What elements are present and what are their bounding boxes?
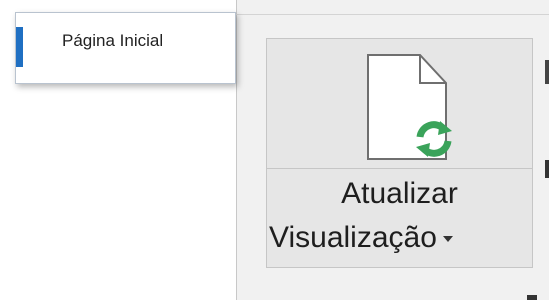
tab-selected-accent xyxy=(16,27,23,67)
chevron-down-icon[interactable] xyxy=(442,236,453,243)
home-tab-popup[interactable]: Página Inicial xyxy=(15,12,236,84)
clipped-ribbon-item xyxy=(527,295,537,300)
tab-home-label[interactable]: Página Inicial xyxy=(62,31,163,51)
clipped-ribbon-item xyxy=(545,60,549,84)
button-divider xyxy=(267,168,532,169)
refresh-label-line1: Atualizar xyxy=(341,177,458,210)
document-refresh-icon xyxy=(367,54,452,160)
refresh-label-line2[interactable]: Visualização xyxy=(269,221,534,255)
ribbon-divider xyxy=(236,14,549,15)
refresh-view-button[interactable]: Atualizar Visualização xyxy=(266,38,533,268)
refresh-label-line2-text: Visualização xyxy=(269,221,437,254)
clipped-ribbon-item xyxy=(545,160,549,178)
